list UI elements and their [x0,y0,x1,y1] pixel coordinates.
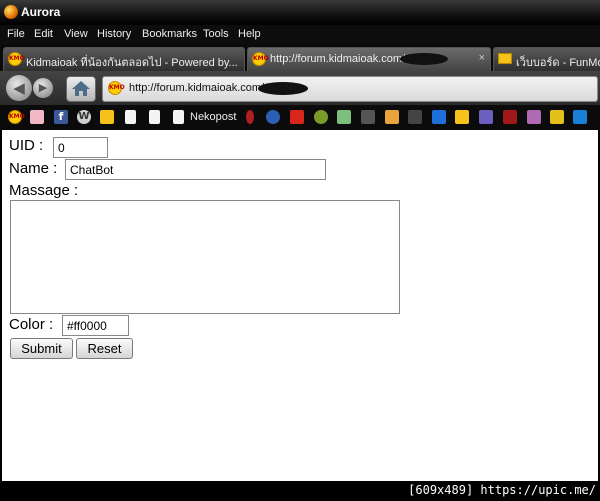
window-title: Aurora [21,5,61,19]
close-tab-icon[interactable]: × [479,52,485,64]
purple-bookmark-icon[interactable] [479,110,493,124]
uid-label: UID : [9,137,44,154]
navigation-bar: ◀ ▶ KMO http://forum.kidmaioak.com/ [0,71,600,105]
message-textarea[interactable] [10,200,400,314]
flame-blue-bookmark-icon[interactable] [432,110,446,124]
iz-bookmark-icon[interactable] [385,110,399,124]
color-input[interactable] [62,315,129,336]
forward-button[interactable]: ▶ [33,78,53,98]
character-bookmark-icon[interactable] [337,110,351,124]
flame-bookmark-icon[interactable] [246,110,254,124]
tab-label: Kidmaioak ที่น้องกันตลอดไป - Powered by.… [26,57,238,69]
tab-funmo[interactable]: เว็บบอร์ด - FunMo [493,47,600,71]
menu-bar: File Edit View History Bookmarks Tools H… [0,25,600,45]
home-button[interactable] [66,76,96,102]
forward-arrow-icon: ▶ [38,81,48,94]
menu-edit[interactable]: Edit [34,28,53,40]
kmo-bookmark-icon[interactable]: KMO [8,110,25,124]
envelope-bookmark-icon[interactable] [100,110,114,124]
message-label: Massage : [9,182,79,199]
envelope-icon [498,53,512,64]
pokemon-bookmark-icon[interactable] [550,110,564,124]
name-label: Name : [9,160,58,177]
facebook-bookmark-icon[interactable]: f [54,110,68,124]
dark-bookmark-icon[interactable] [361,110,375,124]
red-logo-bookmark-icon[interactable] [290,110,304,124]
name-input[interactable] [65,159,326,180]
menu-tools[interactable]: Tools [203,28,229,40]
page-content: UID : Name : Massage : Color : Submit Re… [2,130,598,481]
reset-button[interactable]: Reset [76,338,133,359]
bookmarks-toolbar: KMO f W Nekopost [0,105,600,130]
submit-button[interactable]: Submit [10,338,73,359]
nekopost-page-icon[interactable] [173,110,184,124]
address-bar[interactable]: KMO http://forum.kidmaioak.com/ [102,76,598,102]
menu-bookmarks[interactable]: Bookmarks [142,28,197,40]
page-bookmark-icon[interactable] [149,110,160,124]
back-arrow-icon: ◀ [13,79,25,97]
back-button[interactable]: ◀ [6,75,32,101]
color-label: Color : [9,316,54,333]
page-bookmark-icon[interactable] [125,110,136,124]
kmo-icon: KMO [8,52,25,66]
ch-bookmark-icon[interactable] [266,110,280,124]
menu-history[interactable]: History [97,28,131,40]
nekopost-bookmark[interactable]: Nekopost [190,111,236,123]
tab-forum[interactable]: KMO http://forum.kidmaioak.com/ × [247,47,491,71]
redaction-blot [258,82,308,95]
wordpress-bookmark-icon[interactable]: W [77,110,91,124]
dropbox-bookmark-icon[interactable] [573,110,587,124]
menu-help[interactable]: Help [238,28,261,40]
home-icon [72,81,90,96]
menu-file[interactable]: File [7,28,25,40]
anime-avatar-bookmark-icon[interactable] [30,110,44,124]
tab-label: เว็บบอร์ด - FunMo [516,57,600,69]
flower-bookmark-icon[interactable] [314,110,328,124]
aurora-logo-icon [4,5,18,19]
mo-bookmark-icon[interactable] [408,110,422,124]
title-bar: Aurora [0,0,600,25]
url-text: http://forum.kidmaioak.com/ [129,82,265,94]
tab-kidmaioak[interactable]: KMO Kidmaioak ที่น้องกันตลอดไป - Powered… [3,47,245,71]
uid-input[interactable] [53,137,108,158]
redaction-blot [400,53,448,65]
tab-label: http://forum.kidmaioak.com/ [270,53,406,65]
status-bar: [609x489] https://upic.me/ [0,481,600,501]
kmo-icon: KMO [252,52,269,66]
envelope-bookmark-icon[interactable] [455,110,469,124]
tab-strip: KMO Kidmaioak ที่น้องกันตลอดไป - Powered… [0,45,600,71]
girl-bookmark-icon[interactable] [527,110,541,124]
kmo-icon: KMO [108,81,125,95]
red-pattern-bookmark-icon[interactable] [503,110,517,124]
watermark-text: [609x489] https://upic.me/ [408,483,596,497]
menu-view[interactable]: View [64,28,88,40]
